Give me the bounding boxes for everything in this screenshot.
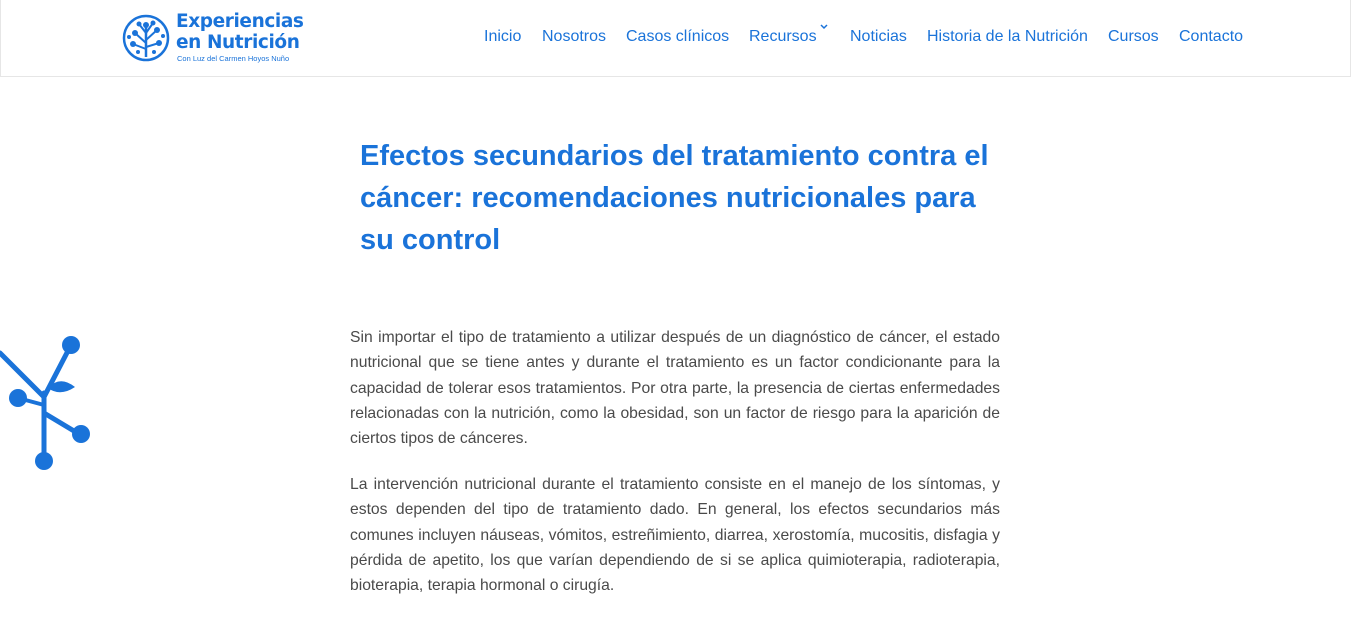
chevron-down-icon xyxy=(820,24,828,30)
article-title: Efectos secundarios del tratamiento cont… xyxy=(360,140,989,256)
site-header: Experiencias en Nutrición Con Luz del Ca… xyxy=(0,0,1351,77)
article-body: Sin importar el tipo de tratamiento a ut… xyxy=(350,325,1000,619)
nav-item-inicio[interactable]: Inicio xyxy=(484,27,521,47)
nav-item-recursos[interactable]: Recursos xyxy=(749,24,828,47)
nav-item-casos-clinicos[interactable]: Casos clínicos xyxy=(626,27,729,47)
branch-network-icon xyxy=(0,336,90,470)
nav-item-nosotros[interactable]: Nosotros xyxy=(542,27,606,47)
nav-item-recursos-label: Recursos xyxy=(749,28,817,45)
nav-item-contacto[interactable]: Contacto xyxy=(1179,27,1243,47)
main-nav: Inicio Nosotros Casos clínicos Recursos … xyxy=(1,24,1351,49)
logo-subtitle: Con Luz del Carmen Hoyos Nuño xyxy=(177,54,290,63)
article-paragraph: La intervención nutricional durante el t… xyxy=(350,475,1000,595)
nav-item-historia[interactable]: Historia de la Nutrición xyxy=(927,27,1088,47)
nav-item-cursos[interactable]: Cursos xyxy=(1108,27,1159,47)
nav-item-noticias[interactable]: Noticias xyxy=(850,27,907,47)
article-paragraph: Sin importar el tipo de tratamiento a ut… xyxy=(350,329,1000,448)
